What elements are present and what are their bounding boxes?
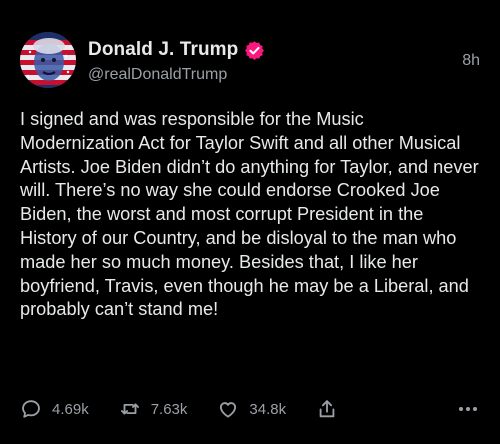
share-upload-icon	[316, 398, 338, 420]
share-button[interactable]	[316, 398, 338, 420]
author-handle[interactable]: @realDonaldTrump	[88, 66, 265, 84]
repost-button[interactable]: 7.63k	[119, 398, 188, 420]
post-card: Donald J. Trump @realDonaldTrump 8h I si…	[0, 0, 500, 444]
repost-count: 7.63k	[150, 400, 188, 418]
post-body: I signed and was responsible for the Mus…	[20, 109, 479, 320]
post-header: Donald J. Trump @realDonaldTrump 8h	[20, 32, 480, 92]
like-count: 34.8k	[249, 400, 287, 418]
repost-arrows-icon	[119, 398, 141, 420]
author-names: Donald J. Trump @realDonaldTrump	[88, 38, 265, 84]
post-timestamp[interactable]: 8h	[462, 52, 480, 70]
more-dots-icon[interactable]	[456, 398, 480, 420]
like-button[interactable]: 34.8k	[217, 398, 286, 420]
avatar[interactable]	[20, 32, 76, 88]
verified-badge-icon	[244, 40, 265, 61]
reply-count: 4.69k	[52, 400, 89, 418]
display-name-row: Donald J. Trump	[88, 38, 265, 62]
action-bar: 4.69k 7.63k 34.8k	[20, 396, 480, 422]
reply-button[interactable]: 4.69k	[20, 398, 89, 420]
heart-icon	[217, 398, 239, 420]
display-name[interactable]: Donald J. Trump	[88, 39, 238, 61]
comment-bubble-icon	[20, 398, 42, 420]
